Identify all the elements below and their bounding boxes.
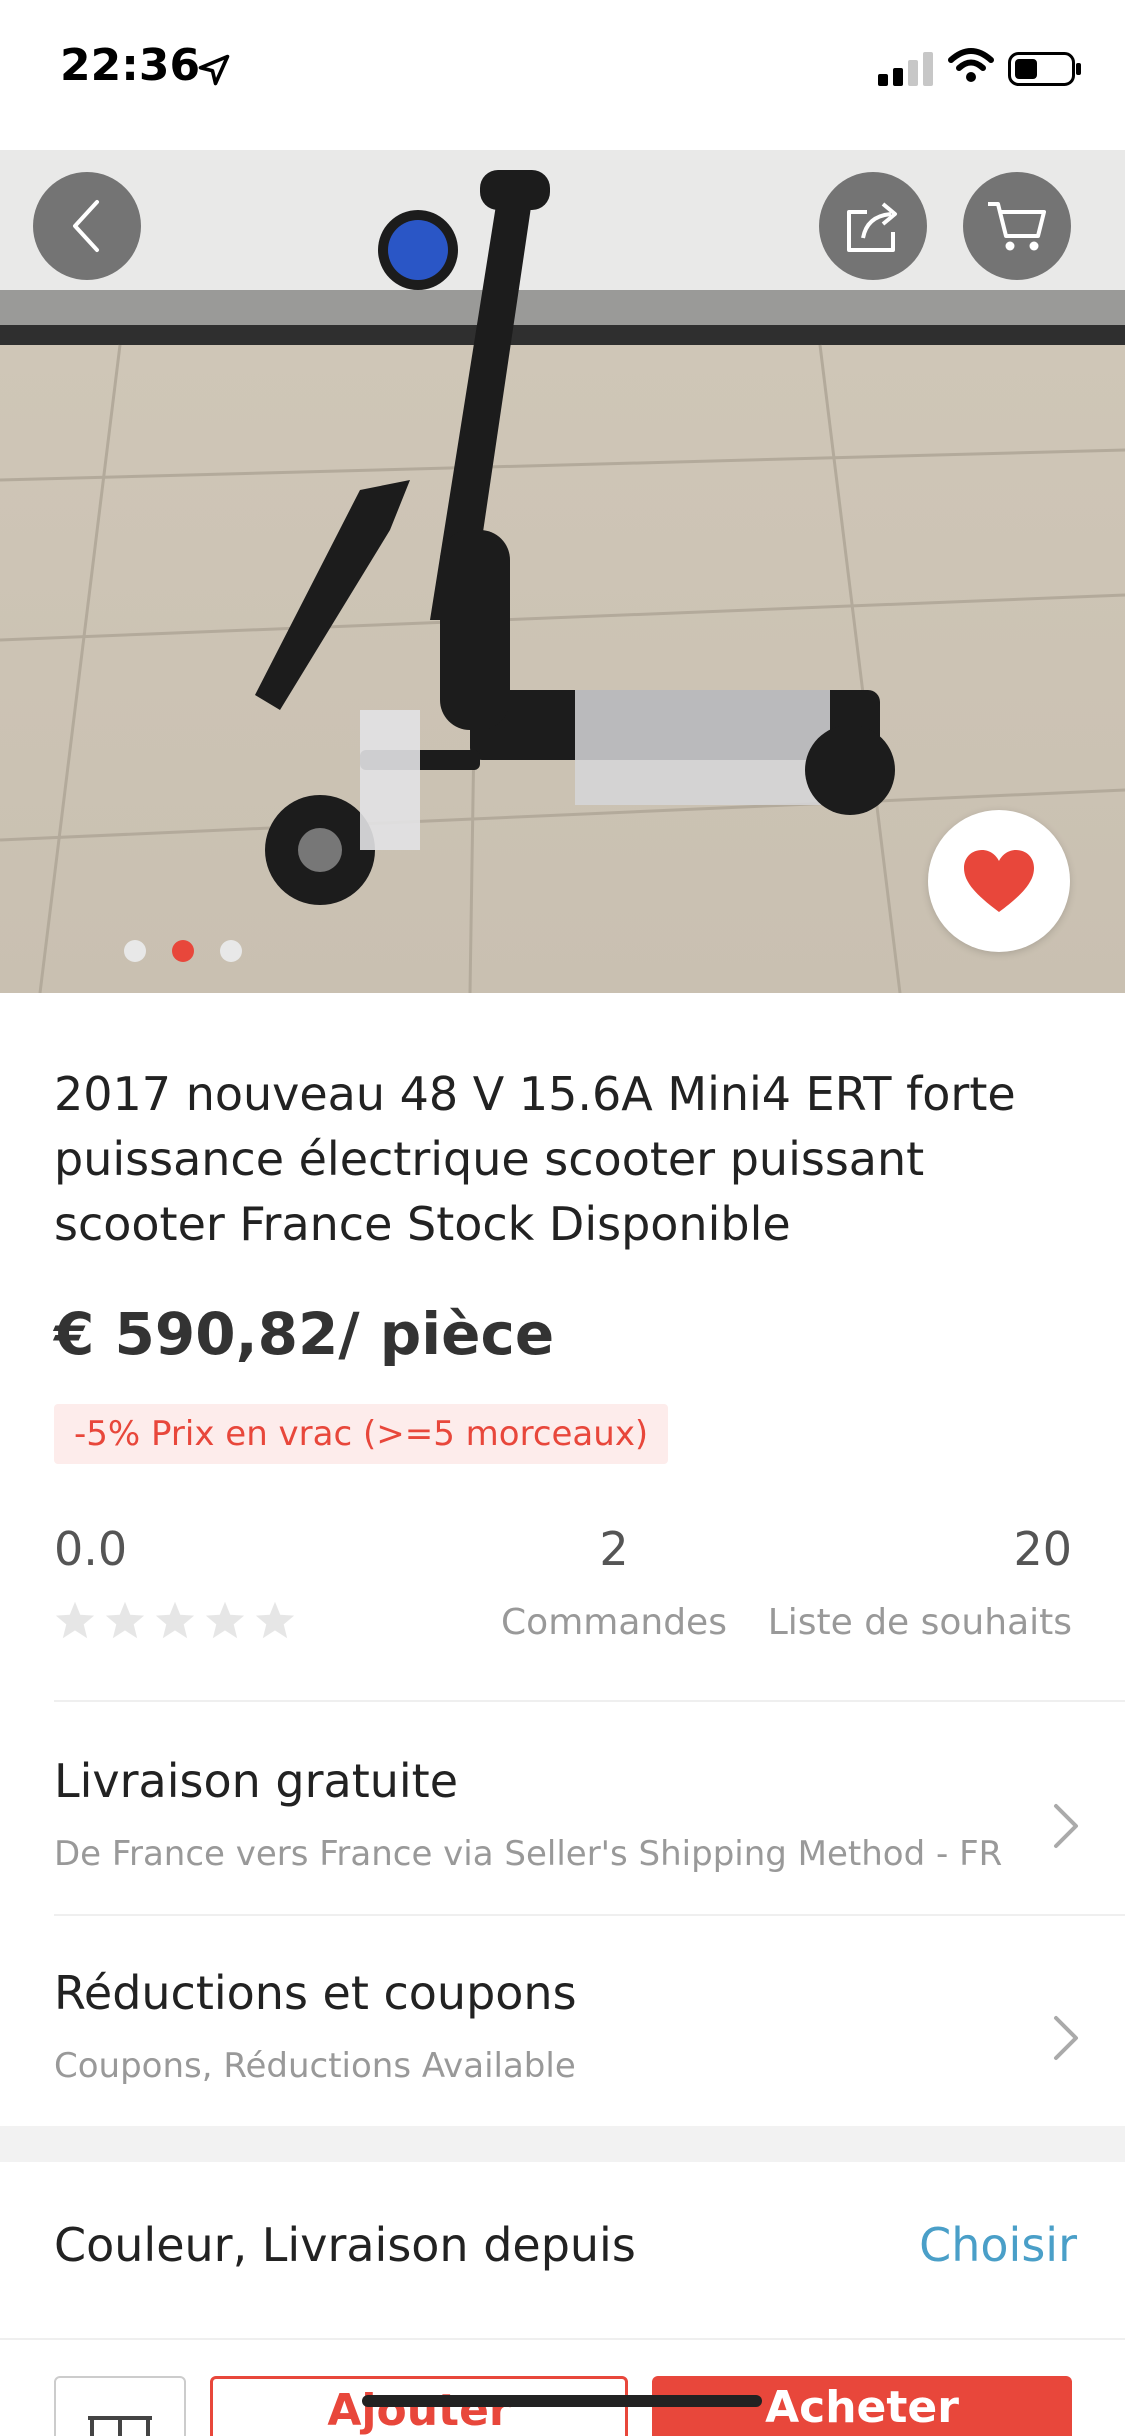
product-price: € 590,82/ pièce [54,1300,555,1368]
chevron-left-icon [73,200,99,252]
star-icon [255,1601,295,1639]
variant-label: Couleur, Livraison depuis [54,2218,636,2272]
orders-label: Commandes [501,1602,727,1643]
back-button[interactable] [33,172,141,280]
pager-dot[interactable] [220,940,242,962]
pager-dot-active[interactable] [172,940,194,962]
star-icon [55,1601,95,1639]
chevron-right-icon [1054,2016,1078,2060]
variant-selector-row[interactable]: Couleur, Livraison depuis Choisir [0,2162,1125,2338]
divider [54,1914,1125,1916]
share-icon [847,202,897,252]
carousel-pager [124,940,242,962]
shipping-title: Livraison gratuite [54,1754,459,1808]
star-icon [155,1601,195,1639]
coupons-title: Réductions et coupons [54,1966,577,2020]
cellular-signal-icon [878,50,934,86]
store-button[interactable] [54,2376,186,2436]
rating-value: 0.0 [54,1522,128,1576]
pager-dot[interactable] [124,940,146,962]
rating-stars [54,1600,296,1640]
home-indicator[interactable] [362,2395,762,2407]
wifi-icon [948,48,994,82]
product-title: 2017 nouveau 48 V 15.6A Mini4 ERT forte … [54,1067,1016,1251]
star-icon [105,1601,145,1639]
battery-icon [1008,52,1081,86]
favorite-button[interactable] [928,810,1070,952]
heart-icon [964,850,1034,912]
location-arrow-icon [198,54,230,86]
share-button[interactable] [819,172,927,280]
divider [54,1700,1125,1702]
cart-button[interactable] [963,172,1071,280]
coupons-subtitle: Coupons, Réductions Available [54,2046,576,2086]
bottom-action-bar: Ajouter Acheter [0,2338,1125,2436]
status-time: 22:36 [60,40,201,91]
chevron-right-icon [1054,1804,1078,1848]
wishlist-count: 20 [1013,1522,1072,1576]
wishlist-label: Liste de souhaits [767,1602,1072,1643]
bulk-discount-badge: -5% Prix en vrac (>=5 morceaux) [54,1404,669,1464]
cart-icon [988,202,1046,251]
product-image-carousel[interactable] [0,150,1125,993]
store-icon [88,2416,152,2436]
status-bar: 22:36 [0,0,1125,150]
product-stats: 0.0 2 Commandes 20 Liste de souhaits [54,1522,1072,1652]
product-screen: 22:36 2017 nouveau 48 V 15.6A Mini4 ERT … [0,0,1125,2436]
shipping-row[interactable]: Livraison gratuite De France vers France… [0,1754,1125,1964]
section-separator [0,2126,1125,2162]
choose-link[interactable]: Choisir [919,2218,1077,2272]
orders-count: 2 [599,1522,629,1576]
shipping-subtitle: De France vers France via Seller's Shipp… [54,1834,1003,1874]
star-icon [205,1601,245,1639]
